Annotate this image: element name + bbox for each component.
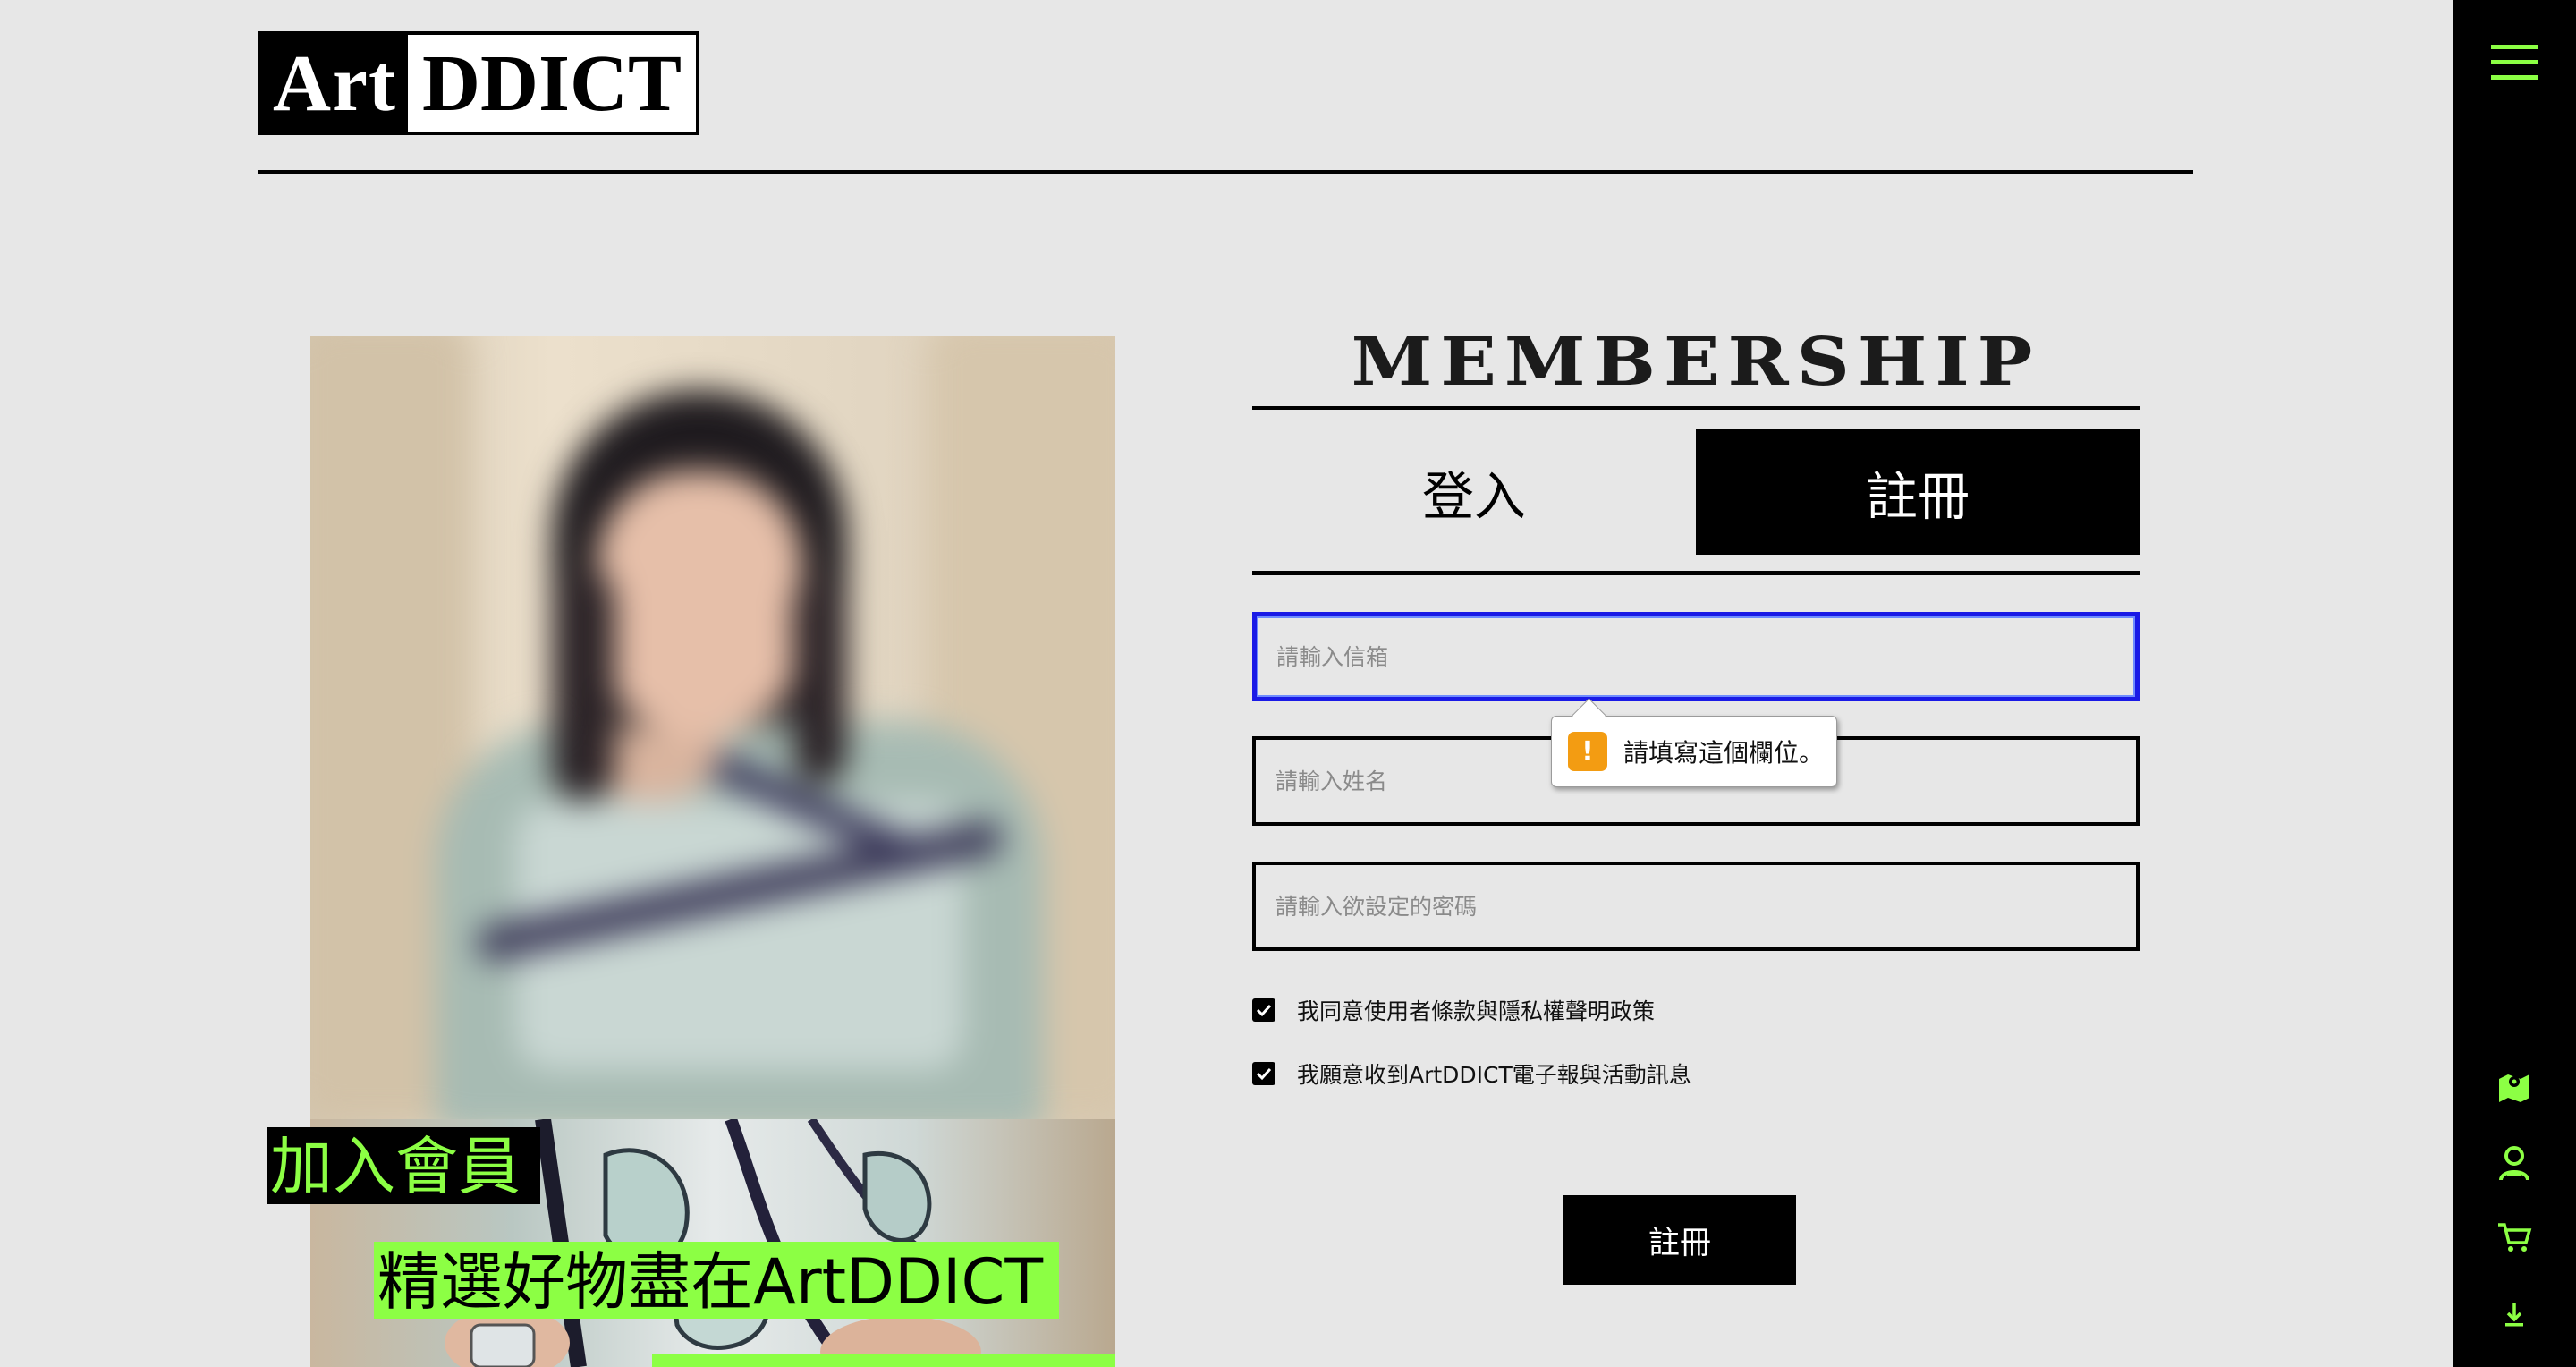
hero-blurred-photo: [310, 336, 1115, 1133]
tab-login[interactable]: 登入: [1252, 429, 1696, 555]
auth-tabs: 登入 註冊: [1252, 429, 2140, 555]
validation-message: 請填寫這個欄位。: [1623, 738, 1825, 768]
email-field[interactable]: [1252, 612, 2140, 701]
membership-title: MEMBERSHIP: [1351, 323, 2041, 402]
logo-art-text: Art: [261, 35, 408, 132]
header-divider: [258, 170, 2193, 174]
hero-subtitle: 精選好物盡在ArtDDICT: [374, 1242, 1060, 1319]
user-icon[interactable]: [2453, 1144, 2576, 1182]
right-sidebar: [2453, 0, 2576, 1367]
cart-icon[interactable]: [2453, 1221, 2576, 1253]
hero-accent-strip: [652, 1354, 1115, 1367]
checkmark-icon: [1256, 1067, 1272, 1081]
register-submit-button[interactable]: 註冊: [1563, 1195, 1796, 1285]
newsletter-row: 我願意收到ArtDDICT電子報與活動訊息: [1252, 1057, 1691, 1090]
newsletter-label: 我願意收到ArtDDICT電子報與活動訊息: [1297, 1062, 1691, 1088]
terms-row: 我同意使用者條款與隱私權聲明政策: [1252, 994, 1655, 1026]
terms-label: 我同意使用者條款與隱私權聲明政策: [1297, 998, 1656, 1024]
map-icon[interactable]: [2453, 1068, 2576, 1104]
warning-icon: !: [1568, 732, 1607, 771]
title-divider: [1252, 406, 2140, 410]
terms-checkbox[interactable]: [1252, 998, 1275, 1022]
download-icon[interactable]: [2453, 1301, 2576, 1328]
password-field[interactable]: [1252, 862, 2140, 951]
checkmark-icon: [1256, 1004, 1272, 1017]
tooltip-arrow: [1572, 698, 1606, 733]
menu-icon[interactable]: [2453, 41, 2576, 84]
tabs-divider: [1252, 571, 2140, 575]
artddict-logo[interactable]: Art DDICT: [258, 31, 699, 135]
validation-tooltip: ! 請填寫這個欄位。: [1551, 698, 1837, 787]
hero-title: 加入會員: [267, 1127, 540, 1204]
hero-image: [310, 336, 1115, 1367]
tab-register[interactable]: 註冊: [1696, 429, 2140, 555]
logo-ddict-text: DDICT: [408, 35, 696, 132]
newsletter-checkbox[interactable]: [1252, 1062, 1275, 1085]
